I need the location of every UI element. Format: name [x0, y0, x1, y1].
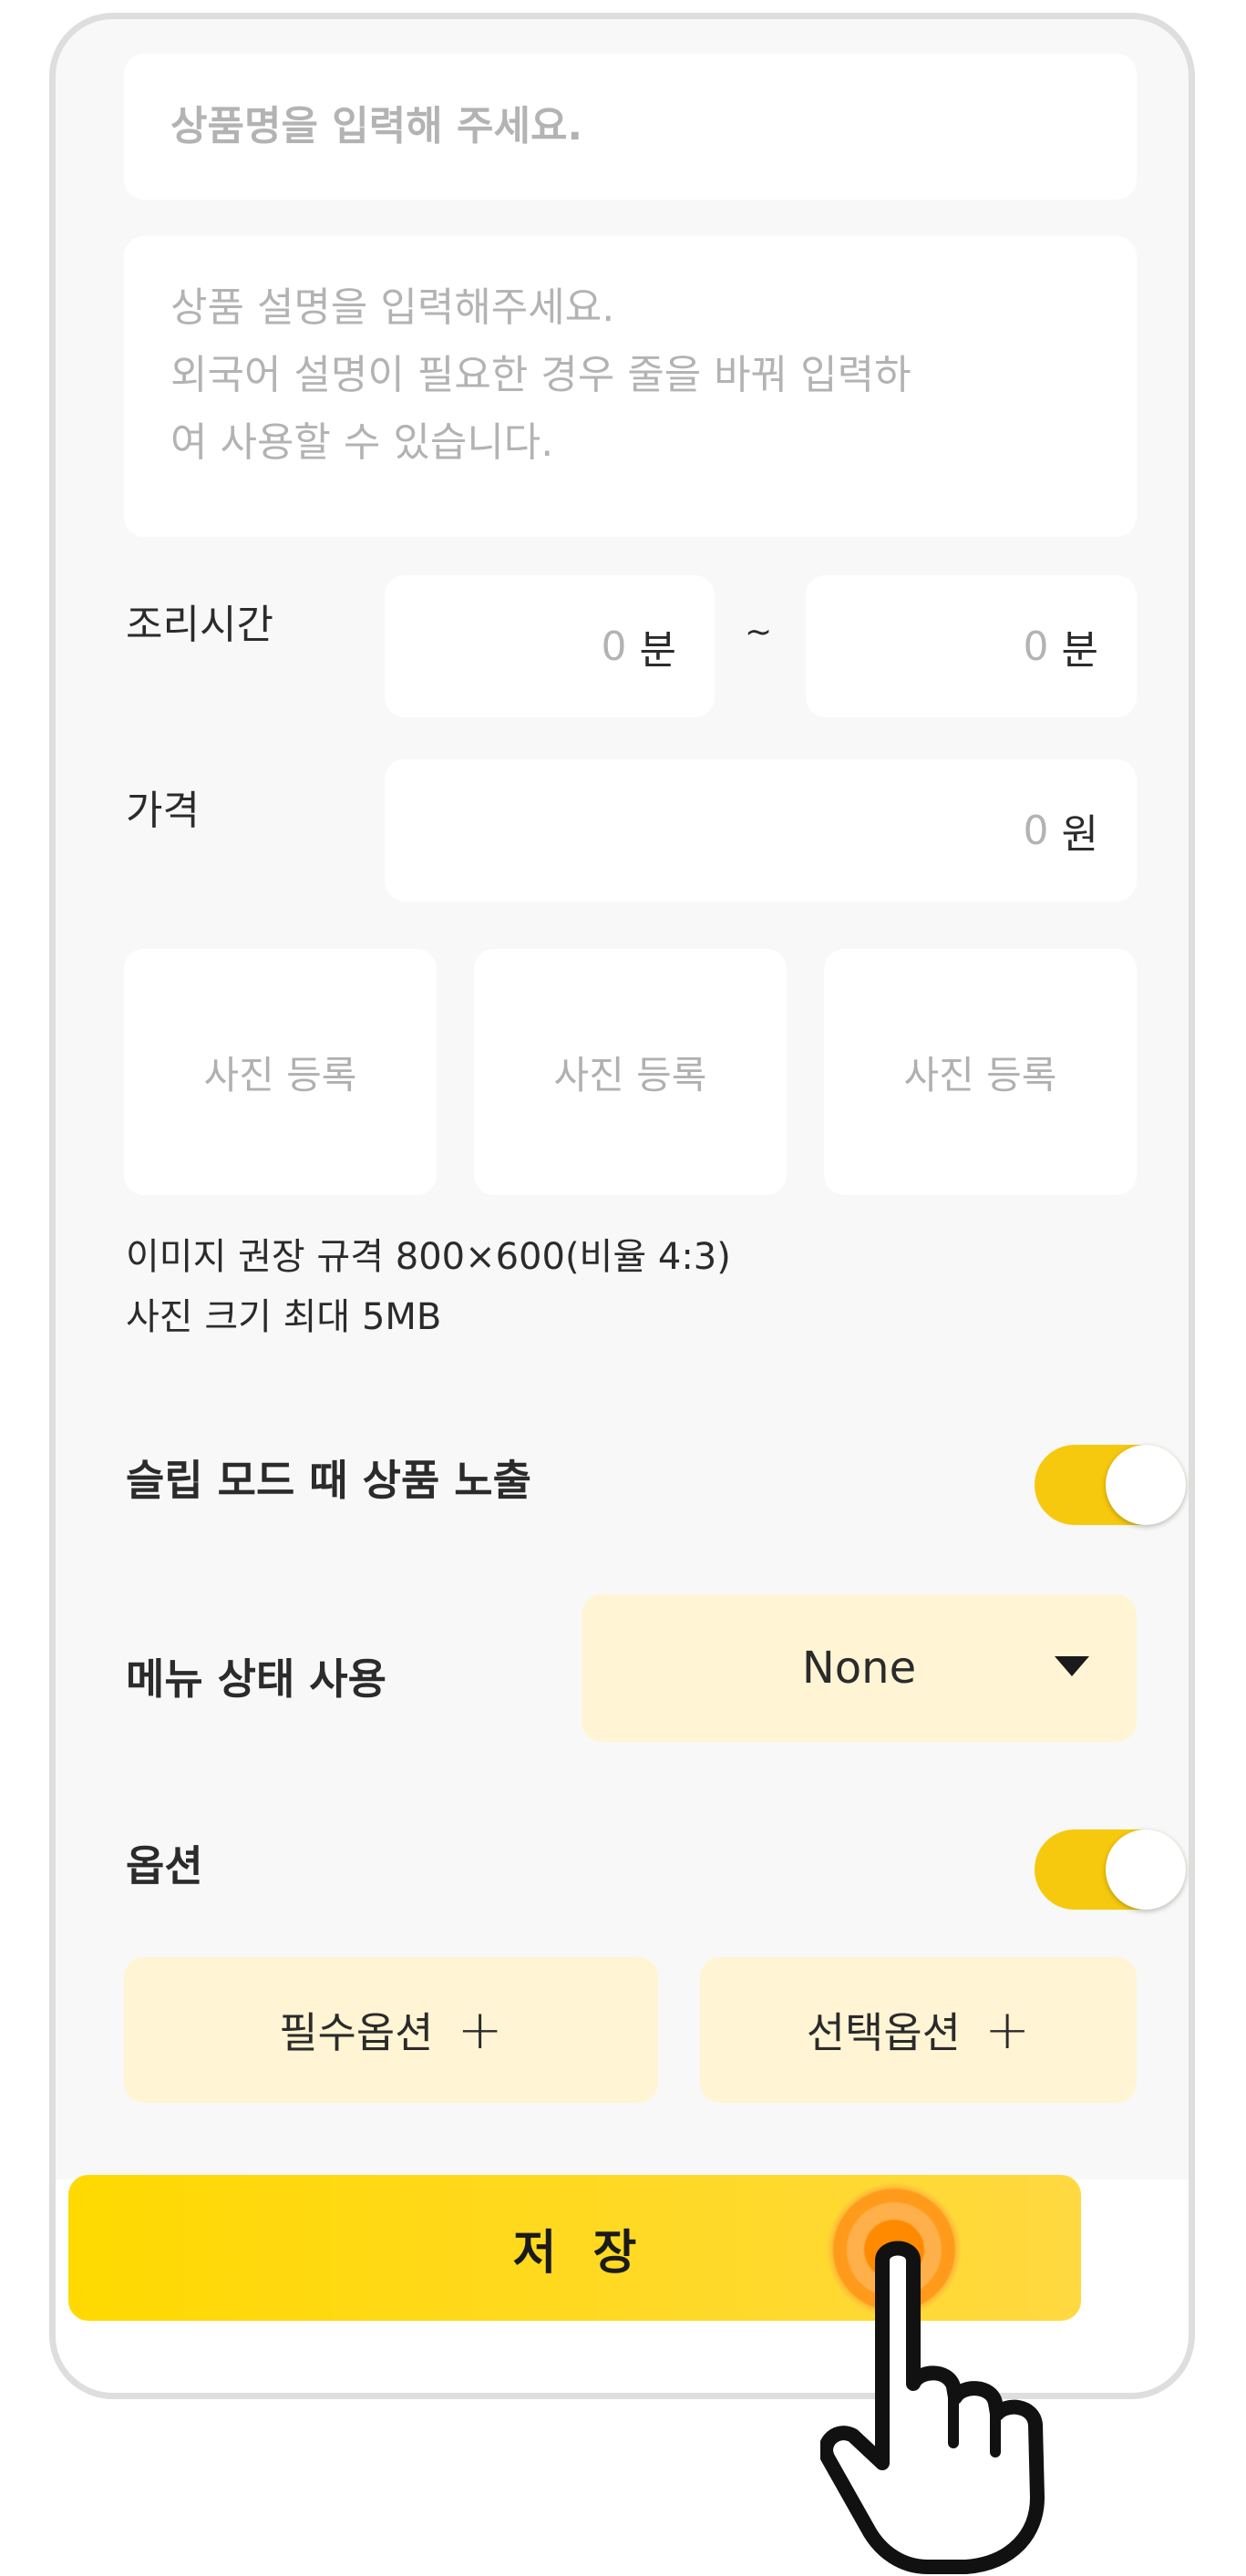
phone-frame: 상품명을 입력해 주세요. 상품 설명을 입력해주세요. 외국어 설명이 필요한…: [49, 13, 1195, 2399]
photo-upload-slot-1[interactable]: 사진 등록: [124, 949, 437, 1195]
plus-icon: +: [457, 1998, 503, 2062]
options-label: 옵션: [126, 1841, 203, 1891]
slip-mode-label: 슬립 모드 때 상품 노출: [126, 1456, 531, 1505]
price-value: 0: [1023, 807, 1049, 854]
cook-time-label: 조리시간: [126, 602, 273, 648]
cook-time-min-value: 0: [601, 623, 627, 670]
pointing-hand-icon: [820, 2241, 1045, 2574]
menu-status-value: None: [801, 1643, 917, 1694]
product-name-input[interactable]: 상품명을 입력해 주세요.: [124, 54, 1137, 200]
image-guideline-maxsize: 사진 크기 최대 5MB: [126, 1296, 442, 1338]
cook-time-separator: ~: [745, 613, 773, 651]
image-guideline-size: 이미지 권장 규격 800×600(비율 4:3): [126, 1236, 731, 1278]
menu-status-select[interactable]: None: [582, 1594, 1137, 1742]
options-toggle[interactable]: [1035, 1829, 1186, 1910]
menu-status-label: 메뉴 상태 사용: [126, 1654, 386, 1704]
slip-mode-toggle[interactable]: [1035, 1445, 1186, 1525]
chevron-down-icon: [1055, 1656, 1089, 1676]
options-toggle-knob: [1106, 1829, 1186, 1910]
cook-time-max-value: 0: [1023, 623, 1049, 670]
slip-mode-toggle-knob: [1106, 1445, 1186, 1525]
cook-time-max-unit: 분: [1061, 627, 1098, 674]
price-label: 가격: [126, 788, 200, 834]
cook-time-max-field[interactable]: 0 분: [806, 575, 1137, 717]
price-field[interactable]: 0 원: [385, 759, 1137, 902]
required-option-label: 필수옵션: [279, 2008, 434, 2057]
photo-upload-slot-2[interactable]: 사진 등록: [474, 949, 787, 1195]
image-guideline: 이미지 권장 규격 800×600(비율 4:3) 사진 크기 최대 5MB: [126, 1227, 731, 1347]
add-optional-option-button[interactable]: 선택옵션 +: [700, 1957, 1137, 2103]
price-unit: 원: [1061, 811, 1098, 858]
cook-time-min-unit: 분: [639, 627, 676, 674]
cook-time-min-field[interactable]: 0 분: [385, 575, 715, 717]
add-required-option-button[interactable]: 필수옵션 +: [124, 1957, 658, 2103]
product-description-input[interactable]: 상품 설명을 입력해주세요. 외국어 설명이 필요한 경우 줄을 바꿔 입력하 …: [124, 236, 1137, 537]
plus-icon: +: [984, 1998, 1031, 2062]
optional-option-label: 선택옵션: [806, 2008, 961, 2057]
photo-upload-slot-3[interactable]: 사진 등록: [824, 949, 1137, 1195]
